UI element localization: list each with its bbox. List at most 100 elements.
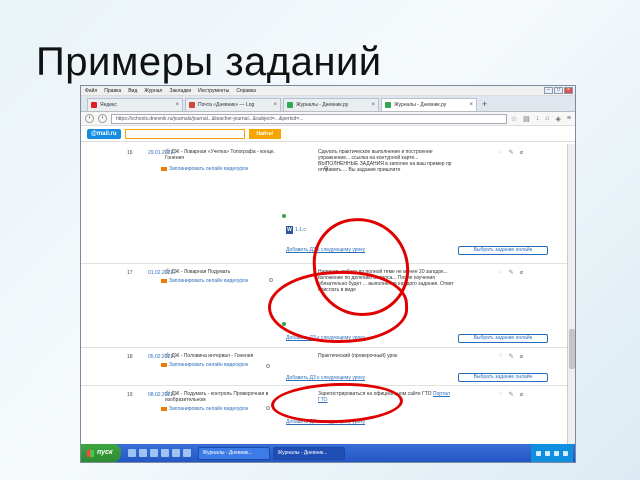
attach-icon[interactable]: ⌀ xyxy=(520,269,524,276)
status-dot xyxy=(282,214,286,218)
start-button[interactable]: пуск xyxy=(81,444,121,462)
toolbar-icons: ☆ ▤ ↓ ⌂ ◈ ≡ xyxy=(511,115,571,123)
attachment-name: 1.1.c xyxy=(295,227,306,233)
tray-icon[interactable] xyxy=(554,450,559,456)
video-lesson-link[interactable]: Запланировать онлайн видеоурок xyxy=(161,278,248,284)
home-icon[interactable]: ⌂ xyxy=(545,115,549,123)
quick-launch-icon[interactable] xyxy=(171,449,180,457)
tab-journals-2[interactable]: Журналы - Дневник.ру × xyxy=(381,98,477,111)
edit-icon[interactable]: ✎ xyxy=(509,149,514,156)
video-lesson-link[interactable]: Запланировать онлайн видеоурок xyxy=(161,406,248,412)
attach-icon[interactable]: ⌀ xyxy=(520,353,524,360)
scrollbar[interactable] xyxy=(567,144,575,446)
row-number: 16 xyxy=(127,150,133,156)
lesson-topic[interactable]: Ⓢ ДЖ - Ловарная Подумать xyxy=(165,269,285,275)
choose-task-button[interactable]: Выбрать задание онлайн xyxy=(458,334,548,343)
tab-journals-1[interactable]: Журналы - Дневник.ру × xyxy=(283,98,379,111)
tab-bar: Яндекс × Почта «Дневник» — Log × Журналы… xyxy=(81,96,575,112)
video-label: Запланировать онлайн видеоурок xyxy=(169,406,249,412)
address-bar[interactable]: https://schools.dnevnik.ru/journals/jour… xyxy=(111,113,507,124)
close-icon[interactable]: × xyxy=(564,87,573,94)
shield-icon[interactable]: ◈ xyxy=(556,115,561,123)
comment-icon[interactable]: ◌ xyxy=(499,269,503,276)
add-homework-link[interactable]: Добавить ДЗ к следующему уроку xyxy=(286,247,365,253)
taskbar-item[interactable]: Журналы - Дневник... xyxy=(197,446,270,460)
camera-icon xyxy=(161,166,167,171)
scrollbar-thumb[interactable] xyxy=(569,329,575,369)
row-number: 17 xyxy=(127,270,133,276)
close-tab-icon[interactable]: × xyxy=(371,102,375,108)
video-lesson-link[interactable]: Запланировать онлайн видеоурок xyxy=(161,362,248,368)
edit-icon[interactable]: ✎ xyxy=(509,391,514,398)
lesson-topic[interactable]: Ⓢ ДЖ - Подумать - контроль Проверочная в… xyxy=(165,391,285,403)
quick-launch xyxy=(127,449,191,457)
quick-launch-icon[interactable] xyxy=(149,449,158,457)
comment-icon[interactable]: ◌ xyxy=(499,353,503,360)
menu-edit[interactable]: Правка xyxy=(104,88,121,94)
row-number: 18 xyxy=(127,354,133,360)
bookmark-icon[interactable]: ▤ xyxy=(523,115,530,123)
new-tab-icon[interactable]: + xyxy=(479,99,490,111)
menu-help[interactable]: Справка xyxy=(236,88,256,94)
tray-icon[interactable] xyxy=(536,450,541,456)
quick-launch-icon[interactable] xyxy=(138,449,147,457)
back-icon[interactable]: ‹ xyxy=(85,114,94,123)
status-dot xyxy=(282,322,286,326)
dnevnik-icon xyxy=(385,102,391,108)
row-actions: ◌ ✎ ⌀ xyxy=(499,269,523,276)
row-actions: ◌ ✎ ⌀ xyxy=(499,391,523,398)
tab-mail[interactable]: Почта «Дневник» — Log × xyxy=(185,98,281,111)
add-homework-link[interactable]: Добавить ДЗ к следующему уроку xyxy=(286,419,365,425)
menu-tools[interactable]: Инструменты xyxy=(198,88,229,94)
star-icon[interactable]: ☆ xyxy=(511,115,517,123)
dnevnik-icon xyxy=(287,102,293,108)
choose-task-button[interactable]: Выбрать задание онлайн xyxy=(458,246,548,255)
camera-icon xyxy=(161,362,167,367)
comment-icon[interactable]: ◌ xyxy=(499,149,503,156)
comment-icon[interactable]: ◌ xyxy=(499,391,503,398)
status-dot xyxy=(269,278,273,282)
add-homework-link[interactable]: Добавить ДЗ к следующему уроку xyxy=(286,375,365,381)
quick-launch-icon[interactable] xyxy=(127,449,136,457)
lesson-topic[interactable]: Ⓢ ДЖ - Половина интервал - Гонения xyxy=(165,353,285,359)
edit-icon[interactable]: ✎ xyxy=(509,353,514,360)
tab-yandex[interactable]: Яндекс × xyxy=(87,98,183,111)
mail-logo[interactable]: @mail.ru xyxy=(87,128,121,139)
menu-history[interactable]: Журнал xyxy=(144,88,162,94)
forward-icon[interactable]: › xyxy=(98,114,107,123)
windows-taskbar: пуск Журналы - Дневник... Журналы - Днев… xyxy=(81,444,575,462)
lesson-row: 17 01.02.2021 Ⓢ ДЖ - Ловарная Подумать З… xyxy=(81,264,569,348)
video-lesson-link[interactable]: Запланировать онлайн видеоурок xyxy=(161,166,248,172)
close-tab-icon[interactable]: × xyxy=(273,102,277,108)
menu-icon[interactable]: ≡ xyxy=(567,115,571,123)
row-actions: ◌ ✎ ⌀ xyxy=(499,353,523,360)
taskbar-item[interactable]: Журналы - Дневник... xyxy=(272,446,345,460)
attach-icon[interactable]: ⌀ xyxy=(520,149,524,156)
lesson-topic[interactable]: Ⓢ ДЖ - Ловарная «Учетка» Топографа - кон… xyxy=(165,149,285,161)
add-homework-link[interactable]: Добавить ДЗ к следующему уроку xyxy=(286,335,365,341)
minimize-icon[interactable]: – xyxy=(544,87,553,94)
close-tab-icon[interactable]: × xyxy=(175,102,179,108)
quick-launch-icon[interactable] xyxy=(160,449,169,457)
search-input[interactable] xyxy=(124,128,245,139)
edit-icon[interactable]: ✎ xyxy=(509,269,514,276)
attach-icon[interactable]: ⌀ xyxy=(520,391,524,398)
search-button[interactable]: Найти! xyxy=(248,128,282,139)
menu-file[interactable]: Файл xyxy=(85,88,97,94)
mail-icon xyxy=(189,102,195,108)
system-tray xyxy=(531,444,573,462)
choose-task-button[interactable]: Выбрать задание онлайн xyxy=(458,373,548,382)
tray-icon[interactable] xyxy=(545,450,550,456)
windows-logo-icon xyxy=(87,449,94,457)
attachment[interactable]: W 1.1.c xyxy=(286,226,306,234)
tray-icon[interactable] xyxy=(563,450,568,456)
maximize-icon[interactable]: □ xyxy=(554,87,563,94)
tab-label: Яндекс xyxy=(100,102,117,108)
download-icon[interactable]: ↓ xyxy=(536,115,540,123)
close-tab-icon[interactable]: × xyxy=(469,102,473,108)
menu-bookmarks[interactable]: Закладки xyxy=(169,88,191,94)
row-number: 19 xyxy=(127,392,133,398)
menu-view[interactable]: Вид xyxy=(128,88,137,94)
quick-launch-icon[interactable] xyxy=(182,449,191,457)
video-label: Запланировать онлайн видеоурок xyxy=(169,278,249,284)
